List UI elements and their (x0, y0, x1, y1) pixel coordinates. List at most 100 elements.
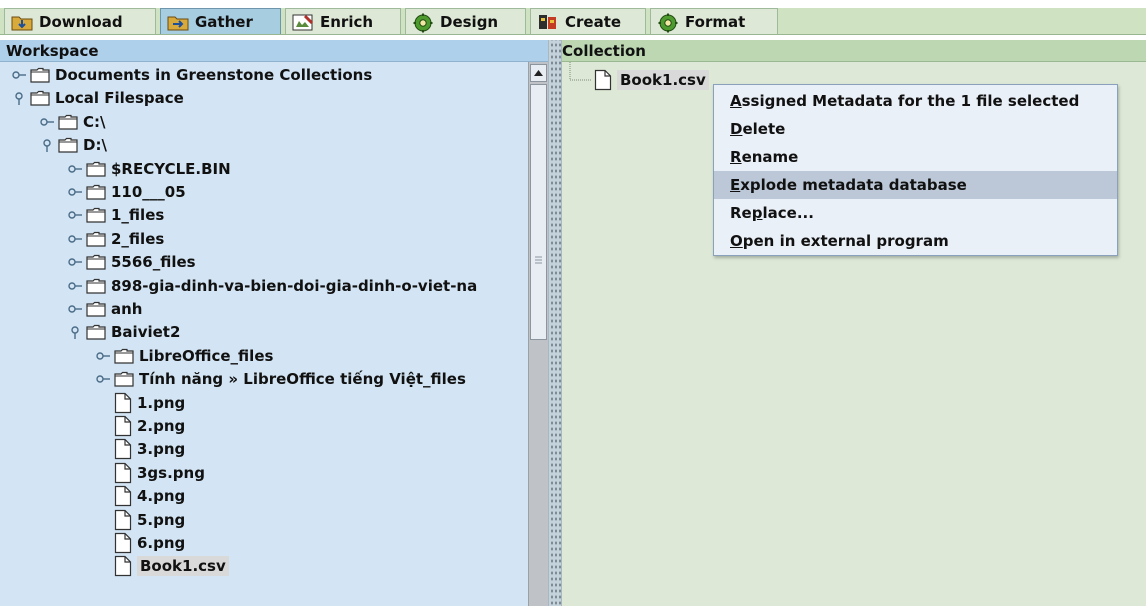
collection-file-item[interactable]: Book1.csv (594, 68, 709, 92)
tree-item-label: 898-gia-dinh-va-bien-doi-gia-dinh-o-viet… (111, 276, 478, 295)
folder-icon (86, 255, 106, 270)
workspace-scrollbar[interactable] (528, 62, 548, 606)
tab-label: Design (440, 12, 499, 31)
expand-toggle-icon[interactable] (68, 255, 82, 269)
tree-item-label: 3gs.png (137, 463, 205, 482)
tree-folder-item[interactable]: C:\ (40, 111, 106, 133)
tree-folder-item[interactable]: 2_files (68, 228, 164, 250)
tree-file-item[interactable]: 5.png (114, 509, 185, 531)
collapse-toggle-icon[interactable] (68, 325, 82, 340)
scroll-thumb[interactable] (530, 84, 547, 340)
tree-folder-item[interactable]: LibreOffice_files (96, 345, 273, 367)
tree-item-label: 5.png (137, 510, 186, 529)
download-icon (11, 13, 33, 31)
tree-folder-item[interactable]: $RECYCLE.BIN (68, 158, 231, 180)
tree-folder-item[interactable]: anh (68, 298, 142, 320)
tree-item-label: Tính năng » LibreOffice tiếng Việt_files (139, 370, 466, 389)
triangle-up-icon (534, 70, 543, 76)
scroll-up-button[interactable] (530, 64, 547, 82)
tree-folder-item[interactable]: 110___05 (68, 181, 186, 203)
tree-file-item[interactable]: 3.png (114, 438, 185, 460)
tab-create[interactable]: Create (530, 8, 646, 34)
collapse-toggle-icon[interactable] (12, 91, 26, 106)
expand-toggle-icon[interactable] (68, 279, 82, 293)
tree-item-label: Baiviet2 (111, 323, 181, 342)
file-icon (114, 556, 132, 577)
tab-design[interactable]: Design (405, 8, 526, 34)
tree-item-label: C:\ (83, 112, 106, 131)
tree-folder-item[interactable]: Documents in Greenstone Collections (12, 64, 372, 86)
tab-format[interactable]: Format (650, 8, 778, 34)
folder-icon (114, 348, 134, 364)
tree-item-label: LibreOffice_files (139, 346, 274, 365)
tree-folder-item[interactable]: 1_files (68, 204, 164, 226)
tree-item-label: 3.png (137, 440, 186, 459)
folder-icon (86, 231, 106, 247)
tree-item-label: 2.png (137, 417, 186, 435)
folder-icon (58, 138, 78, 153)
tree-item-label: 110___05 (111, 183, 186, 201)
tree-item-label: 5566_files (111, 253, 196, 272)
file-icon (114, 509, 132, 530)
tree-file-item[interactable]: 6.png (114, 532, 185, 554)
gear-icon (412, 13, 434, 32)
expand-toggle-icon[interactable] (96, 372, 110, 386)
tree-folder-item[interactable]: Tính năng » LibreOffice tiếng Việt_files (96, 368, 466, 390)
tab-bar: Download Gather Enrich Design Create Format (0, 0, 1146, 40)
tab-download[interactable]: Download (4, 8, 156, 34)
create-icon (537, 13, 559, 31)
menu-item-replace[interactable]: Replace... (714, 199, 1117, 227)
expand-toggle-icon[interactable] (40, 115, 54, 129)
folder-icon (86, 161, 106, 177)
tree-file-item[interactable]: 3gs.png (114, 462, 205, 484)
expand-toggle-icon[interactable] (96, 349, 110, 363)
collection-file-label: Book1.csv (617, 70, 709, 90)
expand-toggle-icon[interactable] (12, 68, 26, 82)
tree-item-label: D:\ (83, 136, 107, 155)
tab-enrich[interactable]: Enrich (285, 8, 401, 34)
expand-toggle-icon[interactable] (68, 162, 82, 176)
tree-folder-item[interactable]: 5566_files (68, 251, 196, 273)
collapse-toggle-icon[interactable] (40, 138, 54, 153)
expand-toggle-icon[interactable] (68, 208, 82, 222)
tree-item-label: anh (111, 300, 143, 318)
tree-folder-item[interactable]: Baiviet2 (68, 321, 180, 343)
folder-icon (114, 372, 134, 387)
folder-icon (86, 184, 106, 200)
tab-label: Enrich (320, 12, 374, 31)
tree-item-label: Local Filespace (55, 89, 184, 108)
enrich-icon (292, 13, 314, 31)
expand-toggle-icon[interactable] (68, 232, 82, 246)
menu-item-assigned-metadata-for-the-1-file-selected[interactable]: Assigned Metadata for the 1 file selecte… (714, 87, 1117, 115)
tree-folder-item[interactable]: Local Filespace (12, 87, 184, 109)
tab-gather[interactable]: Gather (160, 8, 281, 34)
tree-file-item[interactable]: 4.png (114, 485, 185, 507)
folder-icon (86, 278, 106, 294)
tree-folder-item[interactable]: D:\ (40, 134, 107, 156)
tree-file-item[interactable]: Book1.csv (114, 555, 229, 577)
workspace-tree[interactable]: Documents in Greenstone Collections Local… (0, 62, 528, 606)
menu-item-delete[interactable]: Delete (714, 115, 1117, 143)
tab-label: Create (565, 12, 622, 31)
menu-item-rename[interactable]: Rename (714, 143, 1117, 171)
tree-item-label: $RECYCLE.BIN (111, 159, 231, 178)
context-menu: Assigned Metadata for the 1 file selecte… (713, 84, 1118, 256)
gather-icon (167, 13, 189, 31)
panel-splitter[interactable] (548, 40, 562, 606)
file-icon (594, 69, 612, 91)
tab-label: Format (685, 12, 746, 31)
tree-file-item[interactable]: 2.png (114, 415, 185, 437)
file-icon (114, 439, 132, 460)
expand-toggle-icon[interactable] (68, 185, 82, 199)
folder-icon (86, 208, 106, 223)
menu-item-open-in-external-program[interactable]: Open in external program (714, 227, 1117, 255)
expand-toggle-icon[interactable] (68, 302, 82, 316)
tab-label: Gather (195, 12, 253, 31)
tree-file-item[interactable]: 1.png (114, 392, 185, 414)
workspace-title: Workspace (0, 40, 548, 62)
file-icon (114, 532, 132, 554)
tree-folder-item[interactable]: 898-gia-dinh-va-bien-doi-gia-dinh-o-viet… (68, 275, 477, 297)
gear-icon (657, 13, 679, 32)
tree-item-label: 1_files (111, 206, 165, 225)
menu-item-explode-metadata-database[interactable]: Explode metadata database (714, 171, 1117, 199)
